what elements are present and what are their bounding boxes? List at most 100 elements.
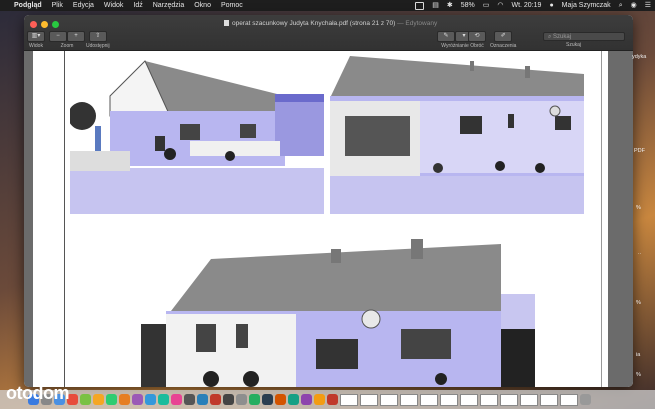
document-viewer[interactable] xyxy=(24,51,633,387)
app-store-icon[interactable] xyxy=(197,394,208,405)
document-name: operat szacunkowy Judyta Knychała.pdf (s… xyxy=(232,20,396,27)
desktop-file-label[interactable]: ia xyxy=(636,352,640,358)
photos-icon[interactable] xyxy=(93,394,104,405)
rotate-control: ⟲ Obróć xyxy=(468,31,486,49)
app-icon[interactable] xyxy=(314,394,325,405)
messages-icon[interactable] xyxy=(80,394,91,405)
highlight-button[interactable]: ✎ xyxy=(437,31,455,42)
minimized-window-thumbnail[interactable] xyxy=(500,393,518,406)
wifi-icon[interactable]: ◠ xyxy=(497,0,503,11)
minimize-window-button[interactable] xyxy=(41,21,48,28)
minimized-window-thumbnail[interactable] xyxy=(460,393,478,406)
desktop-file-label[interactable]: % xyxy=(636,300,641,306)
user-name[interactable]: Maja Szymczak xyxy=(562,0,611,11)
sidebar-view-button[interactable]: ▥▾ xyxy=(27,31,45,42)
user-icon[interactable]: ● xyxy=(549,0,553,11)
search-placeholder: Szukaj xyxy=(553,34,572,40)
search-label: Szukaj xyxy=(566,42,582,48)
menu-app-name[interactable]: Podgląd xyxy=(14,0,42,11)
app-icon[interactable] xyxy=(119,394,130,405)
close-window-button[interactable] xyxy=(30,21,37,28)
menu-view[interactable]: Widok xyxy=(104,0,123,11)
fullscreen-window-button[interactable] xyxy=(52,21,59,28)
window-titlebar: operat szacunkowy Judyta Knychała.pdf (s… xyxy=(24,15,633,51)
app-icon[interactable] xyxy=(132,394,143,405)
preview-window: operat szacunkowy Judyta Knychała.pdf (s… xyxy=(24,15,633,387)
desktop-file-label[interactable]: % xyxy=(636,205,641,211)
desktop-file-label[interactable]: PDF xyxy=(634,148,645,154)
pdf-document-icon xyxy=(224,20,229,26)
facetime-icon[interactable] xyxy=(106,394,117,405)
dock xyxy=(0,390,655,409)
highlight-label: Wyróżnianie xyxy=(441,43,469,49)
menu-edit[interactable]: Edycja xyxy=(73,0,94,11)
zoom-control: − + Zoom xyxy=(49,31,85,49)
battery-icon[interactable]: ▭ xyxy=(483,0,490,11)
battery-percent[interactable]: 58% xyxy=(461,0,475,11)
share-label: Udostępnij xyxy=(86,43,110,49)
share-control: ⇧ Udostępnij xyxy=(86,31,110,49)
markup-label: Oznaczenia xyxy=(490,43,517,49)
clock[interactable]: Wt. 20:19 xyxy=(511,0,541,11)
app-icon[interactable] xyxy=(288,394,299,405)
menu-help[interactable]: Pomoc xyxy=(221,0,243,11)
search-icon[interactable]: ⌕ xyxy=(619,0,623,11)
app-icon[interactable] xyxy=(223,394,234,405)
zoom-out-button[interactable]: − xyxy=(49,31,67,42)
edited-status: — Edytowany xyxy=(397,20,438,27)
search-input[interactable]: ⌕ Szukaj xyxy=(543,32,625,41)
minimized-window-thumbnail[interactable] xyxy=(480,393,498,406)
markup-button[interactable]: ✐ xyxy=(494,31,513,42)
share-button[interactable]: ⇧ xyxy=(88,31,107,42)
window-title: operat szacunkowy Judyta Knychała.pdf (s… xyxy=(224,20,437,27)
app-icon[interactable] xyxy=(275,394,286,405)
menu-file[interactable]: Plik xyxy=(52,0,63,11)
minimized-window-thumbnail[interactable] xyxy=(380,393,398,406)
search-icon: ⌕ xyxy=(548,34,552,40)
minimized-window-thumbnail[interactable] xyxy=(540,393,558,406)
view-label: Widok xyxy=(29,43,43,49)
trash-icon[interactable] xyxy=(580,394,591,405)
zoom-in-button[interactable]: + xyxy=(67,31,85,42)
desktop-file-label[interactable]: % xyxy=(636,372,641,378)
menu-window[interactable]: Okno xyxy=(194,0,211,11)
status-menu-icon[interactable]: ▤ xyxy=(432,0,439,11)
minimized-window-thumbnail[interactable] xyxy=(420,393,438,406)
app-icon[interactable] xyxy=(210,394,221,405)
minimized-window-thumbnail[interactable] xyxy=(360,393,378,406)
house-photo xyxy=(141,239,535,387)
desktop-file-label[interactable]: ydyka xyxy=(632,54,646,60)
app-icon[interactable] xyxy=(145,394,156,405)
app-icon[interactable] xyxy=(301,394,312,405)
desktop-file-label[interactable]: .. xyxy=(638,250,641,256)
app-icon[interactable] xyxy=(184,394,195,405)
app-icon[interactable] xyxy=(249,394,260,405)
notification-center-icon[interactable]: ☰ xyxy=(645,0,651,11)
pdf-page xyxy=(33,51,608,387)
markup-control: ✐ Oznaczenia xyxy=(490,31,516,49)
minimized-window-thumbnail[interactable] xyxy=(440,393,458,406)
settings-icon[interactable] xyxy=(236,394,247,405)
minimized-window-thumbnail[interactable] xyxy=(560,393,578,406)
watermark-logo: otodom xyxy=(6,383,69,403)
menu-go[interactable]: Idź xyxy=(133,0,142,11)
bluetooth-icon[interactable]: ✱ xyxy=(447,0,453,11)
minimized-window-thumbnail[interactable] xyxy=(400,393,418,406)
minimized-window-thumbnail[interactable] xyxy=(340,393,358,406)
app-icon[interactable] xyxy=(262,394,273,405)
minimized-window-thumbnail[interactable] xyxy=(520,393,538,406)
rotate-button[interactable]: ⟲ xyxy=(468,31,486,42)
house-photo xyxy=(330,56,584,214)
house-photo xyxy=(70,56,324,214)
zoom-label: Zoom xyxy=(60,43,74,49)
view-control: ▥▾ Widok xyxy=(27,31,45,49)
menu-tools[interactable]: Narzędzia xyxy=(153,0,185,11)
music-icon[interactable] xyxy=(171,394,182,405)
page-border-line xyxy=(601,51,602,387)
app-icon[interactable] xyxy=(327,394,338,405)
siri-icon[interactable]: ◉ xyxy=(631,0,637,11)
status-menu-icon[interactable] xyxy=(415,1,425,10)
menu-bar: Podgląd Plik Edycja Widok Idź Narzędzia … xyxy=(0,0,655,11)
rotate-label: Obróć xyxy=(470,43,484,49)
app-icon[interactable] xyxy=(158,394,169,405)
